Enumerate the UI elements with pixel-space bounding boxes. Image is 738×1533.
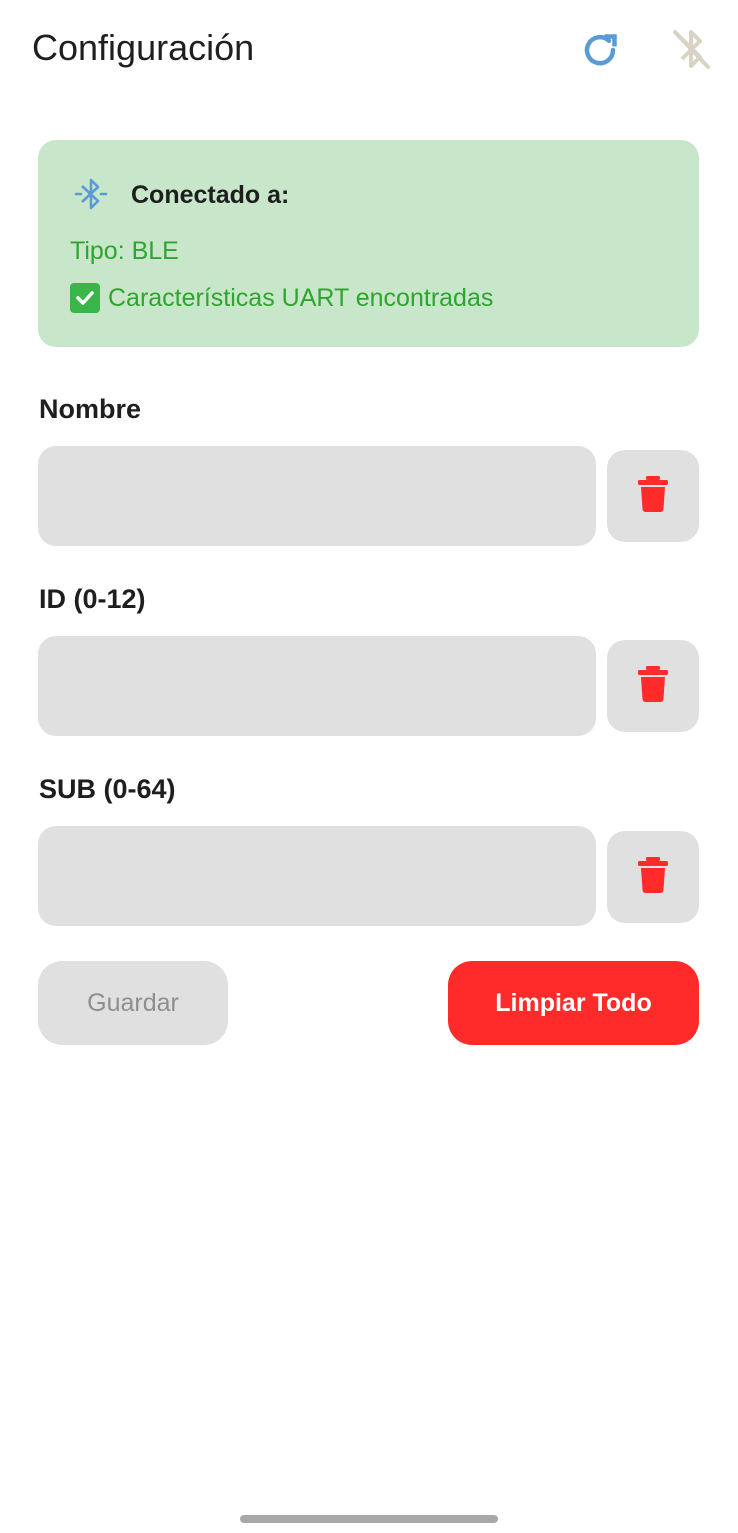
page-title: Configuración xyxy=(32,27,255,68)
sub-label: SUB (0-64) xyxy=(39,774,176,804)
id-label: ID (0-12) xyxy=(39,584,146,614)
nombre-input[interactable] xyxy=(38,446,596,546)
check-mark-box-icon xyxy=(70,283,100,313)
clear-all-button[interactable]: Limpiar Todo xyxy=(448,961,699,1045)
nombre-label: Nombre xyxy=(39,394,142,424)
trash-icon xyxy=(638,475,668,517)
trash-icon xyxy=(638,856,668,898)
connection-status-card: Conectado a: Tipo: BLE Características U… xyxy=(38,140,699,347)
clear-sub-button[interactable] xyxy=(607,831,699,923)
app-bar: Configuración xyxy=(0,0,738,100)
bluetooth-searching-icon xyxy=(72,174,110,214)
connection-type: Tipo: BLE xyxy=(70,237,179,265)
uart-status-text: Características UART encontradas xyxy=(108,283,494,312)
clear-nombre-button[interactable] xyxy=(607,450,699,542)
clear-id-button[interactable] xyxy=(607,640,699,732)
trash-icon xyxy=(638,665,668,707)
home-indicator[interactable] xyxy=(240,1515,498,1523)
save-button[interactable]: Guardar xyxy=(38,961,228,1045)
connected-label: Conectado a: xyxy=(131,181,290,209)
uart-status: Características UART encontradas xyxy=(70,283,493,313)
refresh-icon[interactable] xyxy=(578,28,622,72)
id-input[interactable] xyxy=(38,636,596,736)
sub-input[interactable] xyxy=(38,826,596,926)
bluetooth-disabled-icon[interactable] xyxy=(668,24,714,74)
